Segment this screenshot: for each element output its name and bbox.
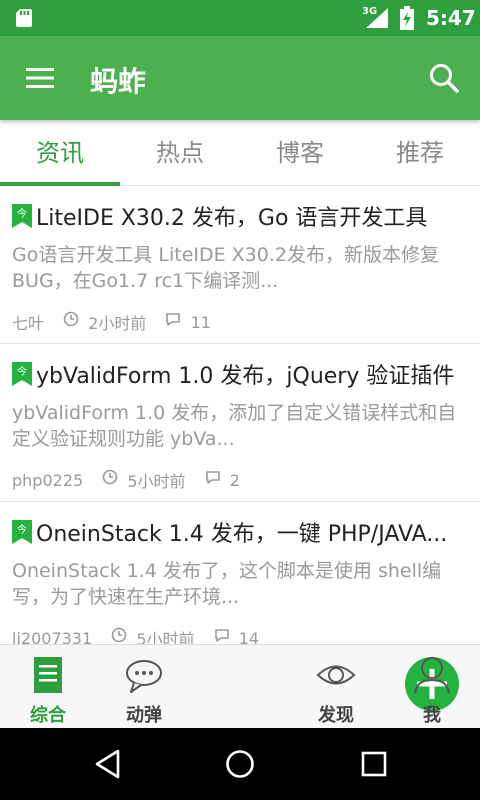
today-flag-icon: 今 xyxy=(12,362,32,386)
recent-apps-icon[interactable] xyxy=(358,748,390,780)
sd-card-icon xyxy=(16,9,32,27)
menu-icon[interactable] xyxy=(24,64,56,92)
clock-icon xyxy=(63,311,79,326)
nav-item-me[interactable]: 我 xyxy=(384,645,480,729)
article-author: 七叶 xyxy=(12,314,45,333)
tab-news[interactable]: 资讯 xyxy=(0,120,120,186)
comment-icon xyxy=(166,312,181,326)
article-meta: php0225 5小时前 2 xyxy=(12,468,240,492)
nav-item-compose[interactable] xyxy=(192,645,459,729)
battery-charging-icon xyxy=(400,6,414,30)
nav-item-discover[interactable]: 发现 xyxy=(288,645,384,729)
today-flag-icon: 今 xyxy=(12,520,32,544)
chat-bubble-icon xyxy=(126,660,162,693)
document-icon xyxy=(34,657,62,693)
eye-icon xyxy=(316,665,356,685)
today-flag-icon: 今 xyxy=(12,204,32,228)
back-icon[interactable] xyxy=(92,748,124,780)
list-item[interactable]: 今 ybValidForm 1.0 发布，jQuery 验证插件 ybValid… xyxy=(0,344,480,502)
article-meta: li2007331 5小时前 14 xyxy=(12,626,259,644)
svg-text:今: 今 xyxy=(17,207,27,220)
signal-icon xyxy=(366,8,388,28)
svg-text:今: 今 xyxy=(17,523,27,536)
home-icon[interactable] xyxy=(224,748,256,780)
comment-icon xyxy=(214,628,229,642)
article-title: LiteIDE X30.2 发布，Go 语言开发工具 xyxy=(36,206,428,231)
app-title: 蚂蚱 xyxy=(90,65,147,98)
clock-icon xyxy=(111,627,127,642)
tab-blog[interactable]: 博客 xyxy=(240,120,360,186)
clock-icon xyxy=(102,469,118,484)
nav-label: 发现 xyxy=(318,705,354,726)
article-time: 5小时前 xyxy=(127,472,186,491)
article-title: ybValidForm 1.0 发布，jQuery 验证插件 xyxy=(36,364,455,389)
nav-label: 动弹 xyxy=(126,705,162,726)
svg-text:今: 今 xyxy=(17,365,27,378)
person-icon xyxy=(414,657,450,695)
article-title: OneinStack 1.4 发布，一键 PHP/JAVA... xyxy=(36,522,448,547)
article-summary: Go语言开发工具 LiteIDE X30.2发布，新版本修复BUG，在Go1.7… xyxy=(12,244,439,292)
system-nav-bar xyxy=(0,728,480,800)
status-clock: 5:47 xyxy=(426,6,476,30)
status-bar: 3G 5:47 xyxy=(0,0,480,36)
nav-item-overview[interactable]: 综合 xyxy=(0,645,96,729)
article-time: 2小时前 xyxy=(88,314,147,333)
article-time: 5小时前 xyxy=(136,630,195,644)
bottom-nav: 综合 动弹 发现 我 xyxy=(0,644,480,728)
list-item[interactable]: 今 OneinStack 1.4 发布，一键 PHP/JAVA... Onein… xyxy=(0,502,480,644)
comment-icon xyxy=(205,470,220,484)
app-bar: 蚂蚱 xyxy=(0,36,480,120)
article-summary: ybValidForm 1.0 发布，添加了自定义错误样式和自定义验证规则功能 … xyxy=(12,402,457,450)
news-feed[interactable]: 今 LiteIDE X30.2 发布，Go 语言开发工具 Go语言开发工具 Li… xyxy=(0,186,480,644)
tab-recommend[interactable]: 推荐 xyxy=(360,120,480,186)
nav-label: 我 xyxy=(423,705,441,726)
article-author: php0225 xyxy=(12,470,84,490)
article-meta: 七叶 2小时前 11 xyxy=(12,310,211,334)
nav-item-tweets[interactable]: 动弹 xyxy=(96,645,192,729)
list-item[interactable]: 今 LiteIDE X30.2 发布，Go 语言开发工具 Go语言开发工具 Li… xyxy=(0,186,480,344)
search-icon[interactable] xyxy=(428,62,460,94)
nav-label: 综合 xyxy=(30,705,66,726)
article-summary: OneinStack 1.4 发布了，这个脚本是使用 shell编写，为了快速在… xyxy=(12,560,442,608)
article-comment-count: 2 xyxy=(229,470,240,490)
article-author: li2007331 xyxy=(12,628,93,645)
category-tabs: 资讯 热点 博客 推荐 xyxy=(0,120,480,186)
tab-hot[interactable]: 热点 xyxy=(120,120,240,186)
article-comment-count: 11 xyxy=(190,312,211,332)
article-comment-count: 14 xyxy=(238,628,260,645)
